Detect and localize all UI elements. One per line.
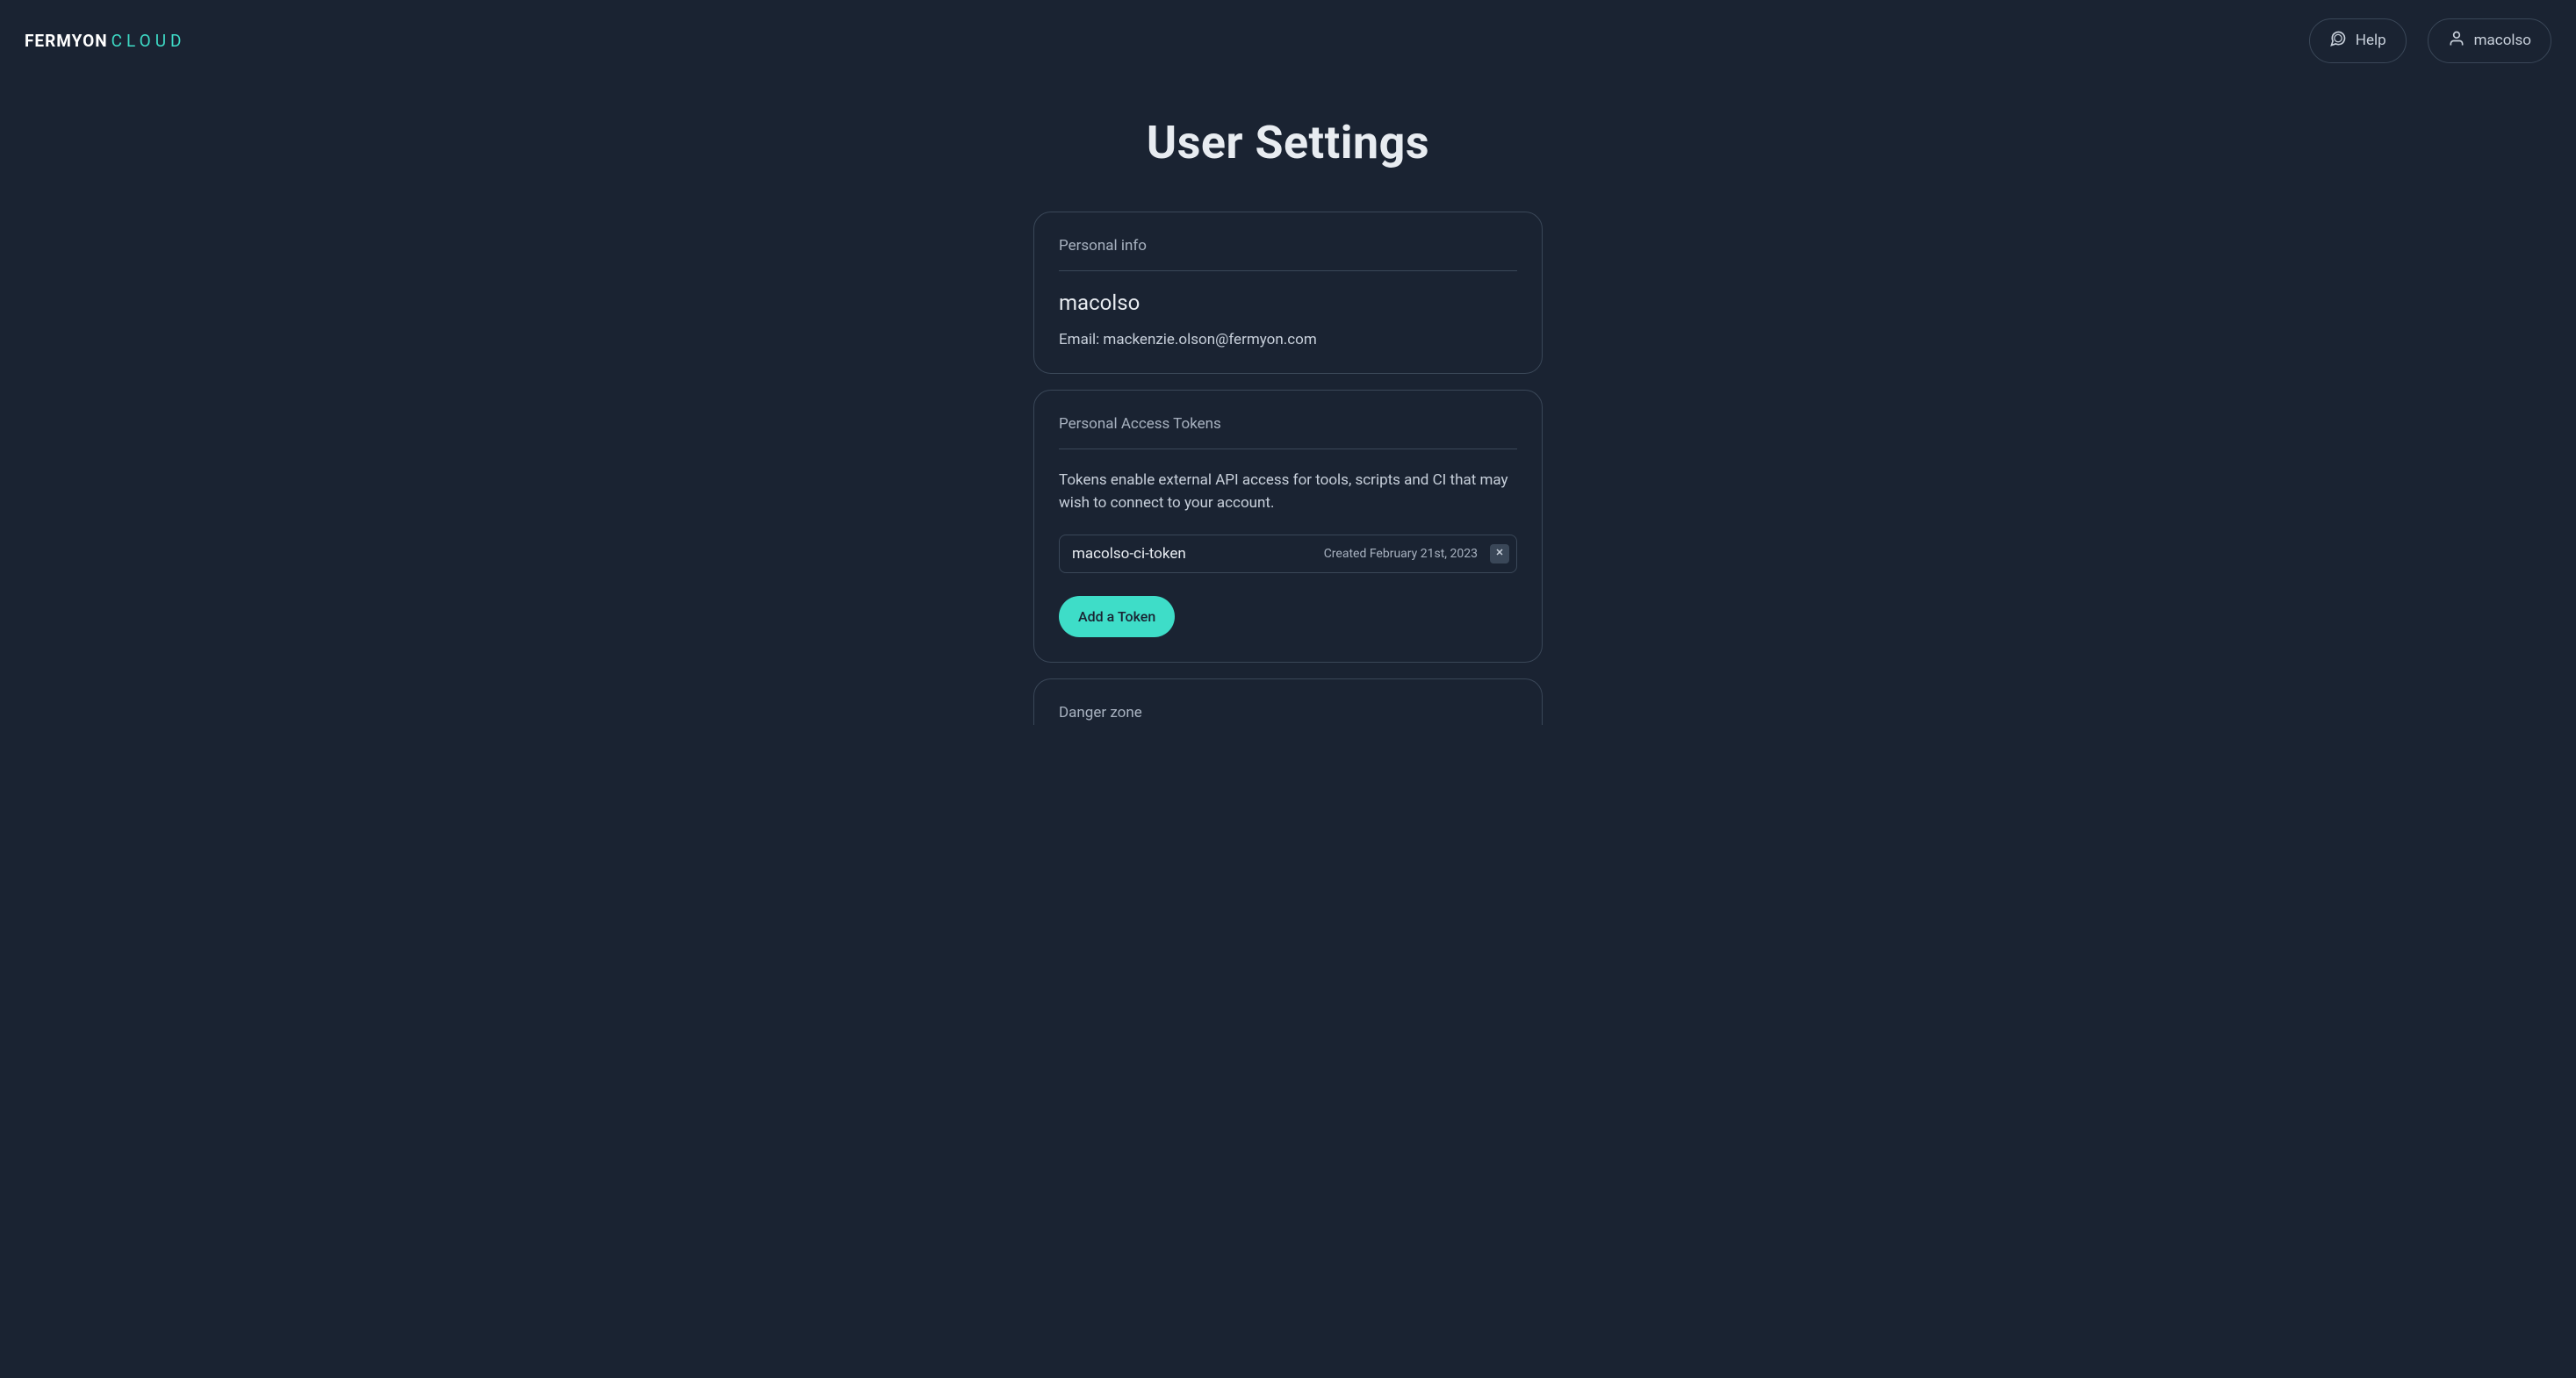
token-row-right: Created February 21st, 2023 [1324, 544, 1509, 563]
username-display: macolso [1059, 291, 1517, 315]
header-actions: Help macolso [2309, 18, 2551, 63]
user-menu-label: macolso [2474, 32, 2531, 49]
user-icon [2448, 30, 2465, 52]
logo-secondary-text: CLOUD [112, 31, 186, 51]
header: FERMYON CLOUD Help macolso [0, 0, 2576, 81]
delete-token-button[interactable] [1490, 544, 1509, 563]
tokens-heading: Personal Access Tokens [1059, 415, 1517, 449]
logo-primary-text: FERMYON [25, 31, 108, 51]
personal-info-card: Personal info macolso Email: mackenzie.o… [1033, 212, 1543, 374]
help-icon [2329, 30, 2347, 52]
tokens-description: Tokens enable external API access for to… [1059, 469, 1517, 515]
email-display: Email: mackenzie.olson@fermyon.com [1059, 331, 1517, 348]
email-label: Email: [1059, 331, 1099, 348]
token-created-date: Created February 21st, 2023 [1324, 547, 1478, 561]
danger-zone-heading: Danger zone [1059, 704, 1517, 721]
token-name: macolso-ci-token [1072, 545, 1186, 563]
main-content: User Settings Personal info macolso Emai… [0, 81, 2576, 778]
page-title: User Settings [1147, 116, 1429, 169]
email-value: mackenzie.olson@fermyon.com [1103, 331, 1316, 348]
help-label: Help [2356, 32, 2386, 49]
help-button[interactable]: Help [2309, 18, 2407, 63]
personal-info-heading: Personal info [1059, 237, 1517, 271]
logo[interactable]: FERMYON CLOUD [25, 31, 186, 51]
user-menu-button[interactable]: macolso [2428, 18, 2551, 63]
add-token-button[interactable]: Add a Token [1059, 596, 1175, 637]
tokens-card: Personal Access Tokens Tokens enable ext… [1033, 390, 1543, 663]
close-icon [1494, 547, 1505, 560]
token-row: macolso-ci-token Created February 21st, … [1059, 535, 1517, 573]
danger-zone-card: Danger zone [1033, 678, 1543, 725]
